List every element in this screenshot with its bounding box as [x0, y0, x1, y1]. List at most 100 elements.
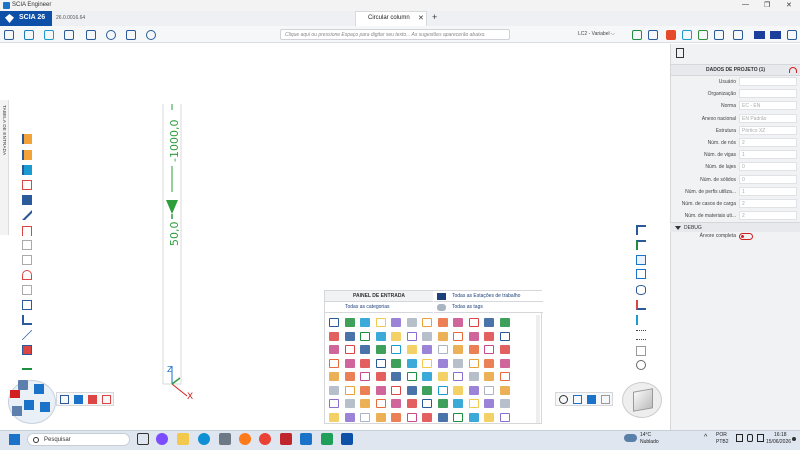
input-tool-icon[interactable]	[499, 318, 510, 327]
input-tool-icon[interactable]	[406, 412, 417, 422]
input-tool-icon[interactable]	[344, 318, 355, 327]
view-icon[interactable]	[106, 30, 116, 40]
member-icon[interactable]	[632, 30, 642, 40]
loads-icon[interactable]	[666, 30, 676, 40]
project-row-value[interactable]	[739, 77, 797, 86]
input-tool-icon[interactable]	[453, 318, 463, 327]
input-tool-icon[interactable]	[437, 345, 448, 354]
input-panel-scrollbar[interactable]	[536, 315, 540, 423]
view-left-icon[interactable]	[12, 406, 22, 416]
input-tool-icon[interactable]	[437, 399, 448, 408]
wifi-icon[interactable]	[747, 434, 753, 442]
input-tool-icon[interactable]	[329, 318, 339, 327]
edge-icon[interactable]	[198, 433, 210, 445]
snap-icon[interactable]	[60, 395, 69, 404]
input-tool-icon[interactable]	[329, 358, 339, 368]
tag-select[interactable]: Todas as tags	[434, 302, 543, 313]
project-row-value[interactable]: 1	[739, 150, 797, 160]
input-tool-icon[interactable]	[329, 331, 339, 341]
close-tab-icon[interactable]: ✕	[418, 14, 424, 22]
maximize-button[interactable]: ❐	[764, 1, 770, 9]
grid-dots-icon[interactable]	[636, 330, 646, 340]
input-tool-icon[interactable]	[344, 331, 355, 341]
volume-icon[interactable]	[757, 434, 764, 442]
excel-icon[interactable]	[321, 433, 333, 445]
help-icon[interactable]	[787, 30, 797, 40]
render-icon[interactable]	[88, 395, 97, 404]
pdf-icon[interactable]	[280, 433, 292, 445]
check-icon[interactable]	[714, 30, 724, 40]
notification-icon[interactable]	[792, 437, 796, 441]
input-tool-icon[interactable]	[468, 412, 479, 422]
view-iso-icon[interactable]	[18, 380, 28, 390]
view-side-icon[interactable]	[34, 384, 44, 394]
input-tool-icon[interactable]	[329, 345, 339, 354]
input-tool-icon[interactable]	[344, 399, 355, 408]
input-tool-icon[interactable]	[406, 372, 417, 381]
input-tool-icon[interactable]	[344, 358, 355, 368]
input-tool-icon[interactable]	[437, 358, 448, 368]
zoom-all-icon[interactable]	[573, 395, 582, 404]
minimize-button[interactable]: —	[742, 1, 749, 8]
camera-icon[interactable]	[636, 360, 646, 370]
input-tool-icon[interactable]	[453, 372, 463, 381]
input-tool-icon[interactable]	[484, 372, 494, 381]
add-tab-button[interactable]: +	[432, 12, 437, 22]
input-tool-icon[interactable]	[406, 385, 417, 395]
report-icon[interactable]	[733, 30, 743, 40]
input-tool-icon[interactable]	[499, 412, 510, 422]
input-tool-icon[interactable]	[499, 372, 510, 381]
file-explorer-icon[interactable]	[177, 433, 189, 445]
input-tool-icon[interactable]	[406, 318, 417, 327]
input-tool-icon[interactable]	[484, 331, 494, 341]
workstation-select[interactable]: Todas as Estações de trabalho	[434, 291, 543, 302]
selection-icon[interactable]	[636, 269, 646, 279]
input-tool-icon[interactable]	[360, 318, 370, 327]
input-tool-icon[interactable]	[468, 331, 479, 341]
input-tool-icon[interactable]	[360, 399, 370, 408]
input-tool-icon[interactable]	[375, 318, 386, 327]
collapse-icon[interactable]	[789, 67, 797, 73]
load-case-select[interactable]: LC2 - Variabel ⌵	[578, 31, 615, 37]
results-icon[interactable]	[698, 30, 708, 40]
book-icon[interactable]	[126, 30, 136, 40]
input-tool-icon[interactable]	[422, 331, 432, 341]
project-row-value[interactable]: EN Padrão	[739, 113, 797, 123]
input-tool-icon[interactable]	[468, 385, 479, 395]
input-tool-icon[interactable]	[360, 345, 370, 354]
document-icon[interactable]	[676, 48, 684, 58]
input-tool-icon[interactable]	[437, 412, 448, 422]
nav-cube[interactable]	[622, 382, 662, 418]
input-tool-icon[interactable]	[391, 345, 401, 354]
new-file-icon[interactable]	[4, 30, 14, 40]
input-tool-icon[interactable]	[484, 345, 494, 354]
tray-chevron-icon[interactable]: ^	[704, 434, 707, 441]
input-tool-icon[interactable]	[422, 385, 432, 395]
input-tool-icon[interactable]	[453, 345, 463, 354]
zoom-icon[interactable]	[559, 395, 568, 404]
input-tool-icon[interactable]	[391, 399, 401, 408]
pan-icon[interactable]	[601, 395, 610, 404]
input-tool-icon[interactable]	[360, 412, 370, 422]
weather-text[interactable]: Nublado	[640, 439, 659, 445]
close-window-button[interactable]: ✕	[786, 1, 792, 9]
input-tool-icon[interactable]	[406, 399, 417, 408]
input-tool-icon[interactable]	[499, 345, 510, 354]
scia-taskbar-icon[interactable]	[341, 433, 353, 445]
input-tool-icon[interactable]	[422, 412, 432, 422]
monitor-icon[interactable]	[736, 434, 743, 442]
labels-icon[interactable]	[102, 395, 111, 404]
copilot-icon[interactable]	[156, 433, 168, 445]
input-tool-icon[interactable]	[453, 385, 463, 395]
start-icon[interactable]	[9, 434, 20, 445]
load-select-icon[interactable]	[636, 255, 646, 265]
supports-icon[interactable]	[648, 30, 658, 40]
input-tool-icon[interactable]	[360, 331, 370, 341]
input-tool-icon[interactable]	[375, 372, 386, 381]
input-tool-icon[interactable]	[329, 385, 339, 395]
app-tab[interactable]: SCIA 26	[0, 11, 52, 26]
input-tool-icon[interactable]	[484, 399, 494, 408]
blank-tool-icon[interactable]	[636, 346, 646, 356]
tab-circular-column[interactable]: Circular column ✕	[355, 11, 427, 26]
project-row-value[interactable]: 2	[739, 138, 797, 147]
